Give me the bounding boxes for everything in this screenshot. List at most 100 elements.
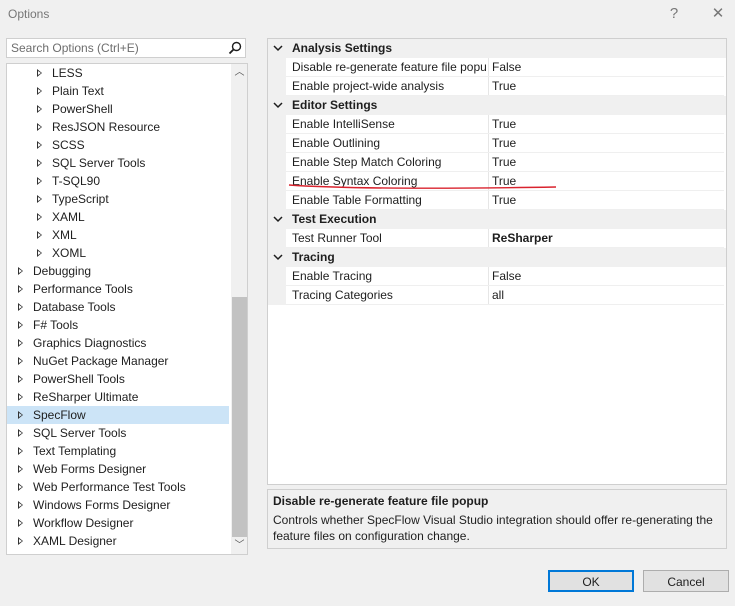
expand-triangle-icon[interactable] — [18, 393, 23, 401]
property-value[interactable]: True — [492, 115, 516, 134]
property-value[interactable]: False — [492, 267, 521, 286]
expand-triangle-icon[interactable] — [18, 447, 23, 455]
expand-triangle-icon[interactable] — [18, 519, 23, 527]
property-row[interactable]: Test Runner Tool ReSharper — [268, 229, 726, 248]
tree-item[interactable]: Performance Tools — [7, 280, 229, 298]
tree-item[interactable]: SQL Server Tools — [7, 424, 229, 442]
close-button[interactable]: ✕ — [706, 3, 730, 25]
expand-triangle-icon[interactable] — [18, 429, 23, 437]
scroll-thumb[interactable] — [232, 297, 247, 537]
property-value[interactable]: True — [492, 134, 516, 153]
tree-scrollbar[interactable]: ︿ ﹀ — [231, 64, 247, 554]
search-icon[interactable] — [228, 41, 242, 55]
expand-triangle-icon[interactable] — [37, 87, 42, 95]
tree-item[interactable]: Web Performance Test Tools — [7, 478, 229, 496]
tree-item[interactable]: Web Forms Designer — [7, 460, 229, 478]
property-category[interactable]: Editor Settings — [268, 96, 726, 115]
expand-triangle-icon[interactable] — [18, 465, 23, 473]
property-category[interactable]: Tracing — [268, 248, 726, 267]
property-row[interactable]: Tracing Categories all — [268, 286, 726, 305]
tree-item[interactable]: LESS — [7, 64, 229, 82]
expand-triangle-icon[interactable] — [37, 141, 42, 149]
search-box[interactable] — [6, 38, 246, 58]
property-category[interactable]: Test Execution — [268, 210, 726, 229]
column-divider[interactable] — [488, 191, 489, 210]
property-value[interactable]: True — [492, 191, 516, 210]
expand-triangle-icon[interactable] — [37, 159, 42, 167]
tree-item[interactable]: PowerShell — [7, 100, 229, 118]
help-button[interactable]: ? — [662, 3, 686, 25]
column-divider[interactable] — [488, 229, 489, 248]
property-row[interactable]: Enable IntelliSense True — [268, 115, 726, 134]
property-row[interactable]: Enable project-wide analysis True — [268, 77, 726, 96]
chevron-down-icon[interactable] — [272, 210, 284, 229]
property-category[interactable]: Analysis Settings — [268, 39, 726, 58]
tree-item[interactable]: XAML Designer — [7, 532, 229, 550]
column-divider[interactable] — [488, 153, 489, 172]
expand-triangle-icon[interactable] — [18, 537, 23, 545]
scroll-down-icon[interactable]: ﹀ — [231, 537, 247, 554]
tree-item[interactable]: Plain Text — [7, 82, 229, 100]
property-value[interactable]: False — [492, 58, 521, 77]
tree-item[interactable]: SQL Server Tools — [7, 154, 229, 172]
expand-triangle-icon[interactable] — [18, 303, 23, 311]
property-row[interactable]: Enable Tracing False — [268, 267, 726, 286]
property-row[interactable]: Enable Table Formatting True — [268, 191, 726, 210]
expand-triangle-icon[interactable] — [18, 339, 23, 347]
tree-item[interactable]: ReSharper Ultimate — [7, 388, 229, 406]
expand-triangle-icon[interactable] — [18, 375, 23, 383]
expand-triangle-icon[interactable] — [18, 321, 23, 329]
property-row[interactable]: Enable Step Match Coloring True — [268, 153, 726, 172]
column-divider[interactable] — [488, 134, 489, 153]
tree-item[interactable]: SpecFlow — [7, 406, 229, 424]
expand-triangle-icon[interactable] — [18, 483, 23, 491]
tree-item[interactable]: Debugging — [7, 262, 229, 280]
tree-item[interactable]: XOML — [7, 244, 229, 262]
expand-triangle-icon[interactable] — [37, 69, 42, 77]
tree-item[interactable]: SCSS — [7, 136, 229, 154]
tree-item[interactable]: Graphics Diagnostics — [7, 334, 229, 352]
property-value[interactable]: all — [492, 286, 504, 305]
cancel-button[interactable]: Cancel — [643, 570, 729, 592]
tree-item[interactable]: NuGet Package Manager — [7, 352, 229, 370]
chevron-down-icon[interactable] — [272, 39, 284, 58]
tree-item[interactable]: PowerShell Tools — [7, 370, 229, 388]
property-grid[interactable]: Analysis Settings Disable re-generate fea… — [267, 38, 727, 485]
expand-triangle-icon[interactable] — [18, 267, 23, 275]
tree-item[interactable]: ResJSON Resource — [7, 118, 229, 136]
search-input[interactable] — [11, 41, 221, 55]
scroll-up-icon[interactable]: ︿ — [231, 64, 247, 81]
tree-item[interactable]: TypeScript — [7, 190, 229, 208]
tree-item[interactable]: F# Tools — [7, 316, 229, 334]
property-row[interactable]: Enable Outlining True — [268, 134, 726, 153]
expand-triangle-icon[interactable] — [37, 195, 42, 203]
expand-triangle-icon[interactable] — [37, 249, 42, 257]
property-value[interactable]: True — [492, 153, 516, 172]
column-divider[interactable] — [488, 286, 489, 305]
tree-item[interactable]: Text Templating — [7, 442, 229, 460]
property-row[interactable]: Disable re-generate feature file popup Fa… — [268, 58, 726, 77]
tree-item[interactable]: Workflow Designer — [7, 514, 229, 532]
expand-triangle-icon[interactable] — [18, 285, 23, 293]
tree-item[interactable]: XML — [7, 226, 229, 244]
property-value[interactable]: True — [492, 77, 516, 96]
tree-item[interactable]: Windows Forms Designer — [7, 496, 229, 514]
column-divider[interactable] — [488, 77, 489, 96]
column-divider[interactable] — [488, 115, 489, 134]
column-divider[interactable] — [488, 267, 489, 286]
expand-triangle-icon[interactable] — [37, 105, 42, 113]
chevron-down-icon[interactable] — [272, 248, 284, 267]
property-value[interactable]: ReSharper — [492, 229, 553, 248]
expand-triangle-icon[interactable] — [18, 357, 23, 365]
expand-triangle-icon[interactable] — [37, 123, 42, 131]
tree-item[interactable]: Database Tools — [7, 298, 229, 316]
tree-item[interactable]: T-SQL90 — [7, 172, 229, 190]
chevron-down-icon[interactable] — [272, 96, 284, 115]
tree-item[interactable]: XAML — [7, 208, 229, 226]
expand-triangle-icon[interactable] — [18, 411, 23, 419]
expand-triangle-icon[interactable] — [37, 177, 42, 185]
column-divider[interactable] — [488, 58, 489, 77]
expand-triangle-icon[interactable] — [37, 231, 42, 239]
expand-triangle-icon[interactable] — [18, 501, 23, 509]
ok-button[interactable]: OK — [548, 570, 634, 592]
